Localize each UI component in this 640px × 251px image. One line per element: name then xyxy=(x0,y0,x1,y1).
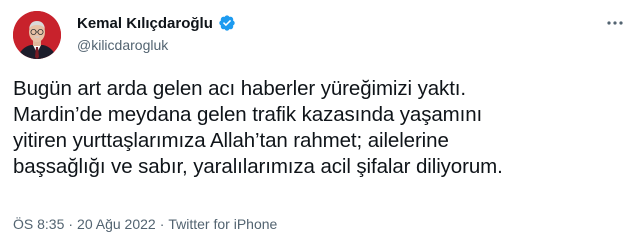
meta-separator: · xyxy=(68,216,74,232)
tweet-meta: ÖS 8:35 · 20 Ağu 2022 · Twitter for iPho… xyxy=(13,216,277,232)
tweet-text: Bugün art arda gelen acı haberler yüreği… xyxy=(13,77,503,178)
tweet-source[interactable]: Twitter for iPhone xyxy=(168,216,277,232)
more-horizontal-icon xyxy=(607,21,623,25)
display-name[interactable]: Kemal Kılıçdaroğlu xyxy=(77,15,213,32)
more-button[interactable] xyxy=(604,12,626,34)
meta-separator: · xyxy=(159,216,165,232)
tweet-time[interactable]: ÖS 8:35 xyxy=(13,216,64,232)
name-row: Kemal Kılıçdaroğlu xyxy=(77,14,236,32)
profile-photo-icon xyxy=(13,11,61,59)
tweet-date[interactable]: 20 Ağu 2022 xyxy=(77,216,156,232)
user-handle[interactable]: @kilicdarogluk xyxy=(77,37,168,53)
tweet-card: Kemal Kılıçdaroğlu @kilicdarogluk Bugün … xyxy=(0,0,640,251)
avatar[interactable] xyxy=(13,11,61,59)
verified-badge-icon xyxy=(219,15,235,31)
